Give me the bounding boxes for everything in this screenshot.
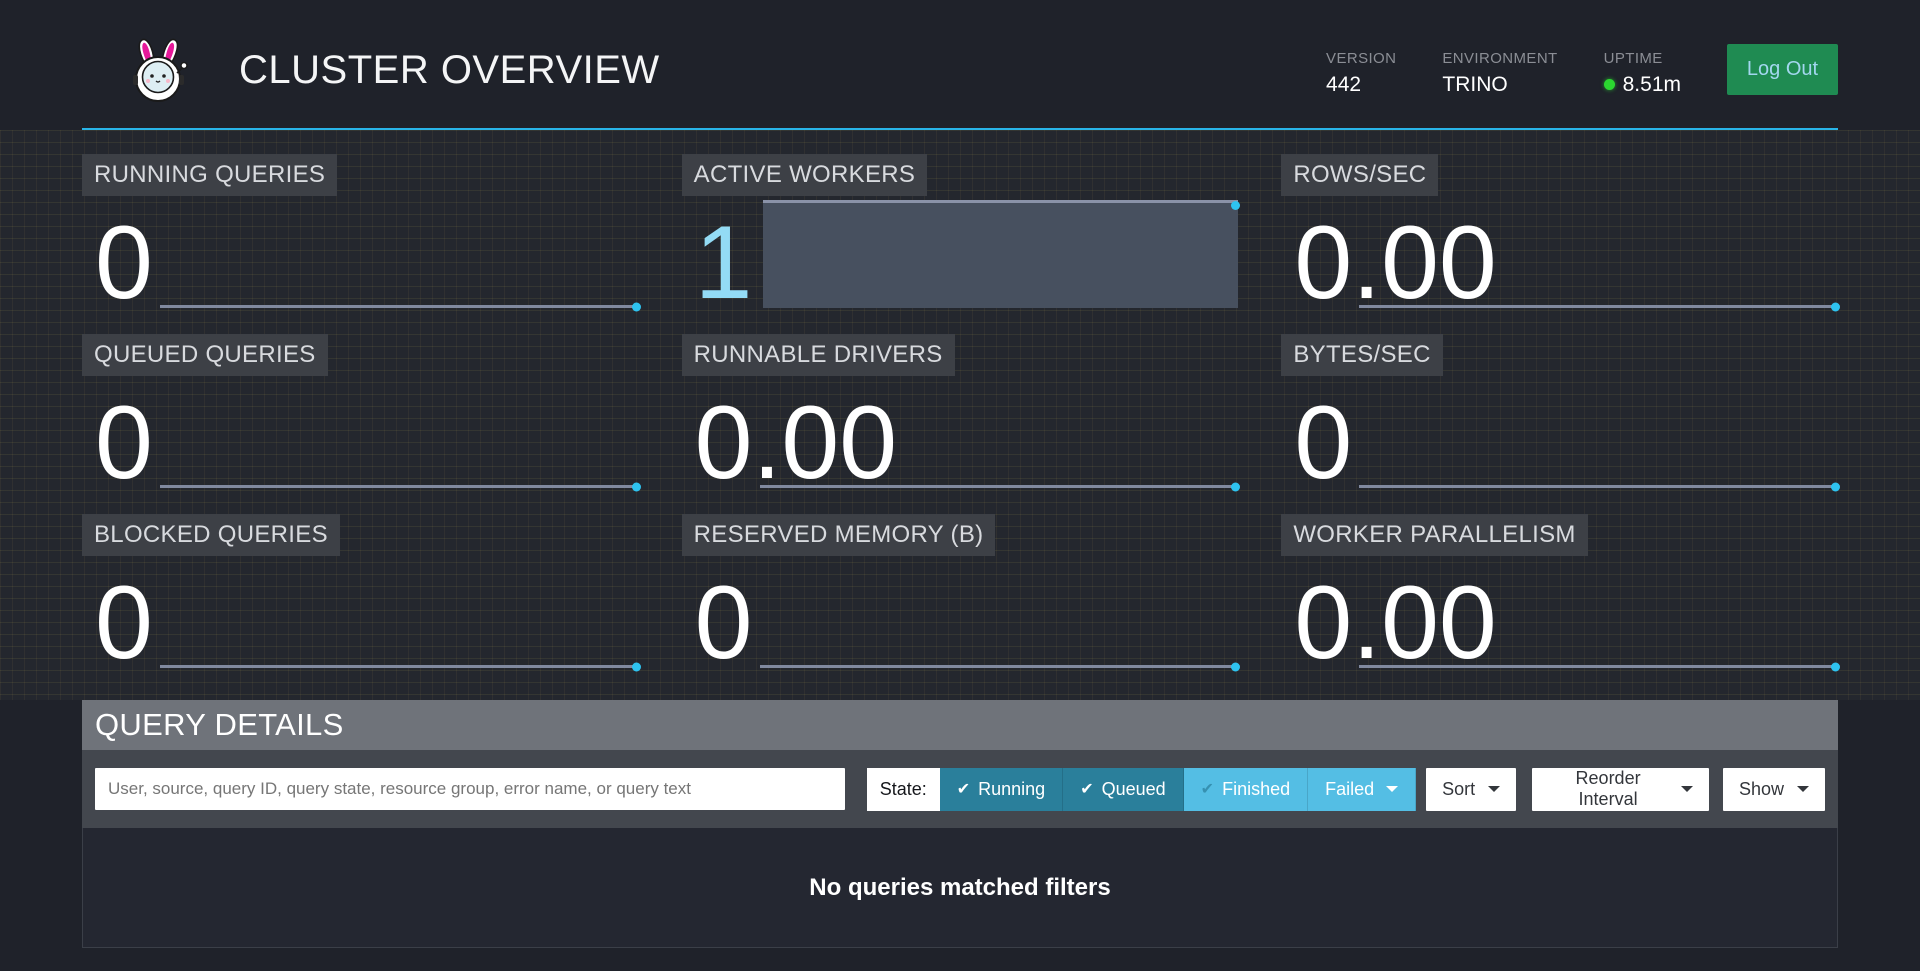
- stat-card-queued-queries: QUEUED QUERIES 0: [82, 334, 639, 488]
- stat-value: 0.00: [1294, 571, 1496, 675]
- state-filter-queued-label: Queued: [1102, 779, 1166, 800]
- uptime-status-dot-icon: [1604, 79, 1615, 90]
- stat-label: BYTES/SEC: [1281, 334, 1442, 376]
- empty-results-message: No queries matched filters: [809, 874, 1110, 902]
- state-filter-running[interactable]: ✔ Running: [940, 768, 1063, 811]
- spark-point-icon: [1231, 201, 1240, 210]
- query-filter-toolbar: State: ✔ Running ✔ Queued ✔ Finished Fai…: [82, 750, 1838, 828]
- meta-version: VERSION 442: [1326, 50, 1396, 97]
- logout-button[interactable]: Log Out: [1727, 44, 1838, 95]
- trino-bunny-logo: [125, 37, 193, 103]
- stat-label: RUNNING QUERIES: [82, 154, 337, 196]
- stat-value: 0: [95, 571, 153, 675]
- sparkline-chart: [1359, 485, 1838, 488]
- sort-dropdown-button[interactable]: Sort: [1426, 768, 1516, 811]
- stat-value: 0: [95, 211, 153, 315]
- version-label: VERSION: [1326, 50, 1396, 67]
- reorder-interval-label: Reorder Interval: [1548, 768, 1668, 810]
- check-icon: ✔: [1201, 779, 1214, 799]
- stat-value: 1: [695, 211, 753, 315]
- environment-value: TRINO: [1442, 73, 1557, 97]
- stat-label: ACTIVE WORKERS: [682, 154, 928, 196]
- check-icon: ✔: [957, 779, 970, 799]
- sort-label: Sort: [1442, 779, 1475, 800]
- stat-label: RESERVED MEMORY (B): [682, 514, 996, 556]
- query-details-header: QUERY DETAILS: [82, 700, 1838, 750]
- stat-value: 0: [695, 571, 753, 675]
- spark-point-icon: [632, 482, 641, 491]
- stat-value: 0: [1294, 391, 1352, 495]
- stat-label: QUEUED QUERIES: [82, 334, 328, 376]
- check-icon: ✔: [1080, 779, 1093, 799]
- uptime-label: UPTIME: [1604, 50, 1681, 67]
- stat-label: ROWS/SEC: [1281, 154, 1438, 196]
- state-filter-group: State: ✔ Running ✔ Queued ✔ Finished Fai…: [867, 768, 1416, 811]
- spark-point-icon: [1231, 662, 1240, 671]
- stat-card-blocked-queries: BLOCKED QUERIES 0: [82, 514, 639, 668]
- spark-point-icon: [632, 662, 641, 671]
- stat-card-running-queries: RUNNING QUERIES 0: [82, 154, 639, 308]
- state-filter-label: State:: [867, 768, 940, 811]
- sparkline-area-chart: [763, 200, 1238, 308]
- spark-point-icon: [1831, 482, 1840, 491]
- stat-label: RUNNABLE DRIVERS: [682, 334, 955, 376]
- state-filter-finished[interactable]: ✔ Finished: [1184, 768, 1308, 811]
- stat-card-bytes-sec: BYTES/SEC 0: [1281, 334, 1838, 488]
- sparkline-chart: [760, 665, 1239, 668]
- chevron-down-icon: [1797, 786, 1809, 792]
- sparkline-chart: [160, 305, 639, 308]
- query-details-title: QUERY DETAILS: [95, 707, 344, 743]
- sparkline-chart: [160, 485, 639, 488]
- sparkline-chart: [160, 665, 639, 668]
- state-filter-failed-label: Failed: [1325, 779, 1374, 800]
- spark-point-icon: [1231, 482, 1240, 491]
- uptime-value: 8.51m: [1604, 73, 1681, 97]
- stat-card-reserved-memory: RESERVED MEMORY (B) 0: [682, 514, 1239, 668]
- chevron-down-icon: [1488, 786, 1500, 792]
- state-filter-running-label: Running: [978, 779, 1045, 800]
- spark-point-icon: [632, 302, 641, 311]
- chevron-down-icon: [1386, 786, 1398, 792]
- header-meta: VERSION 442 ENVIRONMENT TRINO UPTIME 8.5…: [1326, 44, 1838, 97]
- page-title: CLUSTER OVERVIEW: [239, 48, 660, 93]
- stat-label: BLOCKED QUERIES: [82, 514, 340, 556]
- stat-value: 0: [95, 391, 153, 495]
- show-dropdown-button[interactable]: Show: [1723, 768, 1825, 811]
- state-filter-failed-dropdown[interactable]: Failed: [1308, 768, 1416, 811]
- stat-card-runnable-drivers: RUNNABLE DRIVERS 0.00: [682, 334, 1239, 488]
- state-filter-finished-label: Finished: [1222, 779, 1290, 800]
- stat-value: 0.00: [695, 391, 897, 495]
- stat-value: 0.00: [1294, 211, 1496, 315]
- stat-card-worker-parallelism: WORKER PARALLELISM 0.00: [1281, 514, 1838, 668]
- show-label: Show: [1739, 779, 1784, 800]
- reorder-interval-dropdown-button[interactable]: Reorder Interval: [1532, 768, 1709, 811]
- query-search-input[interactable]: [95, 768, 845, 810]
- stat-label: WORKER PARALLELISM: [1281, 514, 1587, 556]
- app-header: CLUSTER OVERVIEW VERSION 442 ENVIRONMENT…: [82, 0, 1838, 128]
- cluster-stats-section: RUNNING QUERIES 0 ACTIVE WORKERS 1 ROWS/…: [0, 130, 1920, 700]
- chevron-down-icon: [1681, 786, 1693, 792]
- query-results-panel: No queries matched filters: [82, 828, 1838, 948]
- environment-label: ENVIRONMENT: [1442, 50, 1557, 67]
- state-filter-queued[interactable]: ✔ Queued: [1063, 768, 1183, 811]
- uptime-text: 8.51m: [1623, 73, 1681, 97]
- stat-card-active-workers: ACTIVE WORKERS 1: [682, 154, 1239, 308]
- meta-environment: ENVIRONMENT TRINO: [1442, 50, 1557, 97]
- stat-cards-grid: RUNNING QUERIES 0 ACTIVE WORKERS 1 ROWS/…: [82, 154, 1838, 668]
- meta-uptime: UPTIME 8.51m: [1604, 50, 1681, 97]
- spark-point-icon: [1831, 662, 1840, 671]
- stat-card-rows-sec: ROWS/SEC 0.00: [1281, 154, 1838, 308]
- version-value: 442: [1326, 73, 1396, 97]
- spark-point-icon: [1831, 302, 1840, 311]
